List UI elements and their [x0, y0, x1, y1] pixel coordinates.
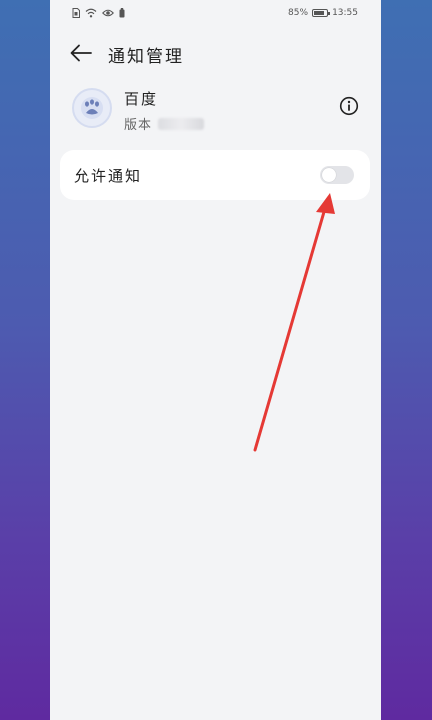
battery-icon: [312, 9, 331, 17]
page-header: 通知管理: [50, 36, 381, 68]
allow-notifications-toggle[interactable]: [320, 166, 354, 184]
arrow-left-icon: [70, 44, 92, 62]
phone-screen: 85% 13:55 通知管理 百度 版本 允许通知: [50, 0, 381, 720]
status-icons-left: [72, 8, 125, 18]
app-info-button[interactable]: [339, 96, 359, 116]
sim-icon: [72, 8, 80, 18]
battery-percent: 85%: [288, 8, 309, 18]
status-icons-right: 85% 13:55: [288, 8, 358, 18]
app-version: 版本: [124, 114, 205, 133]
wifi-icon: [85, 8, 97, 18]
app-info-row: 百度 版本: [50, 84, 381, 138]
status-bar: 85% 13:55: [50, 0, 381, 28]
app-version-label: 版本: [124, 118, 153, 133]
app-name: 百度: [124, 90, 159, 108]
back-button[interactable]: [68, 40, 94, 66]
allow-notifications-card: 允许通知: [60, 150, 370, 200]
status-time: 13:55: [332, 8, 358, 18]
info-circle-icon: [339, 96, 359, 116]
eye-comfort-icon: [102, 8, 114, 18]
toggle-knob: [322, 168, 336, 182]
page-title: 通知管理: [108, 47, 184, 67]
app-version-number-redacted: [158, 117, 205, 130]
baidu-app-icon: [72, 88, 112, 128]
allow-notifications-label: 允许通知: [74, 167, 143, 185]
battery-saver-icon: [119, 8, 125, 18]
